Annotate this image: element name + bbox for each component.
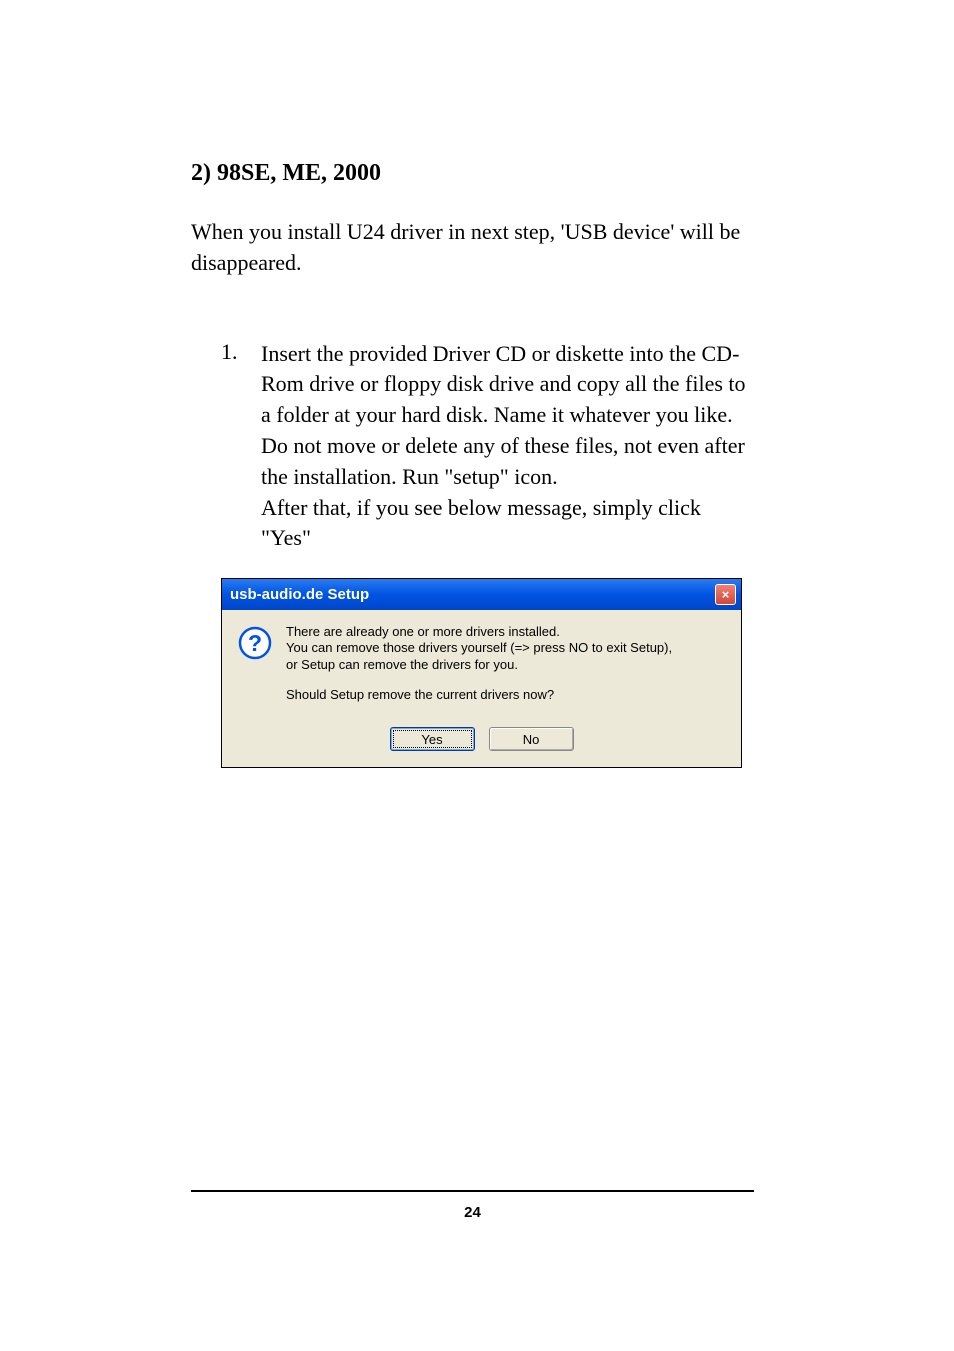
list-para-1: Insert the provided Driver CD or diskett… <box>261 339 754 493</box>
dialog-line-4: Should Setup remove the current drivers … <box>286 687 725 703</box>
footer-divider <box>191 1190 754 1192</box>
dialog-button-row: Yes No <box>222 719 741 767</box>
list-item-1: 1. Insert the provided Driver CD or disk… <box>221 339 754 555</box>
list-number: 1. <box>221 339 261 555</box>
page-number: 24 <box>191 1204 754 1221</box>
intro-paragraph: When you install U24 driver in next step… <box>191 217 754 279</box>
close-icon: × <box>722 587 730 602</box>
list-content: Insert the provided Driver CD or diskett… <box>261 339 754 555</box>
no-button[interactable]: No <box>489 727 574 751</box>
dialog-body: ? There are already one or more drivers … <box>222 610 741 719</box>
svg-text:?: ? <box>248 630 262 656</box>
page-footer: 24 <box>191 1190 754 1221</box>
question-icon: ? <box>238 626 272 660</box>
dialog-title: usb-audio.de Setup <box>230 586 369 603</box>
section-heading: 2) 98SE, ME, 2000 <box>191 160 754 187</box>
yes-button[interactable]: Yes <box>390 727 475 751</box>
dialog-line-2: You can remove those drivers yourself (=… <box>286 640 725 656</box>
dialog-line-3: or Setup can remove the drivers for you. <box>286 657 725 673</box>
dialog-message: There are already one or more drivers in… <box>286 624 725 703</box>
close-button[interactable]: × <box>715 584 736 605</box>
dialog-titlebar: usb-audio.de Setup × <box>222 579 741 610</box>
list-para-2: After that, if you see below message, si… <box>261 493 754 555</box>
dialog-line-1: There are already one or more drivers in… <box>286 624 725 640</box>
setup-dialog: usb-audio.de Setup × ? There are already… <box>221 578 742 768</box>
